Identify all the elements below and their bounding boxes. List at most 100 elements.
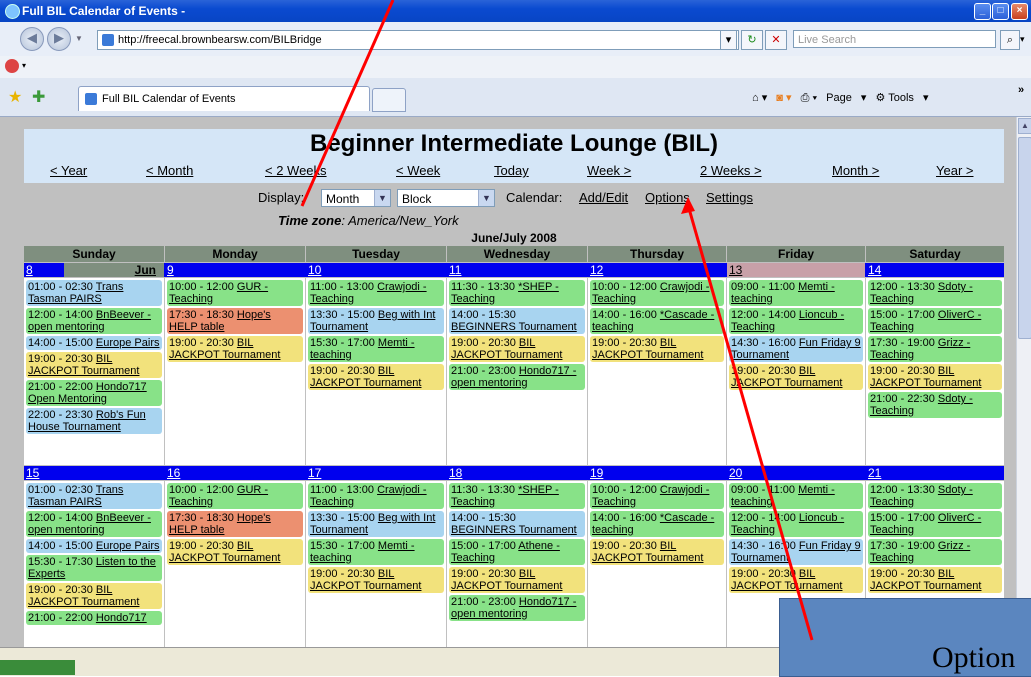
calendar-event[interactable]: 15:00 - 17:00 OliverC - Teaching (868, 308, 1002, 334)
calendar-event[interactable]: 15:30 - 17:00 Memti - teaching (308, 539, 444, 565)
calendar-event[interactable]: 22:00 - 23:30 Rob's Fun House Tournament (26, 408, 162, 434)
calendar-event[interactable]: 21:00 - 23:00 Hondo717 - open mentoring (449, 595, 585, 621)
calendar-event[interactable]: 15:30 - 17:00 Memti - teaching (308, 336, 444, 362)
options-link[interactable]: Options (645, 190, 690, 205)
display-mode-select[interactable]: Month ▼ (321, 189, 391, 207)
vertical-scrollbar[interactable]: ▲ (1016, 117, 1031, 647)
calendar-event[interactable]: 19:00 - 20:30 BIL JACKPOT Tournament (868, 364, 1002, 390)
calendar-event[interactable]: 14:00 - 16:00 *Cascade - teaching (590, 308, 724, 334)
event-title-link[interactable]: Europe Pairs (96, 337, 160, 349)
calendar-event[interactable]: 12:00 - 14:00 Lioncub - Teaching (729, 511, 863, 537)
calendar-event[interactable]: 12:00 - 13:30 Sdoty - Teaching (868, 280, 1002, 306)
date-number[interactable]: 17 (306, 466, 446, 480)
maximize-button[interactable]: □ (992, 3, 1009, 20)
favorites-star-icon[interactable]: ★ (8, 87, 22, 107)
calendar-event[interactable]: 14:00 - 15:30 BEGINNERS Tournament (449, 511, 585, 537)
nav-link-7[interactable]: Month > (832, 163, 879, 178)
calendar-event[interactable]: 17:30 - 19:00 Grizz - Teaching (868, 539, 1002, 565)
close-button[interactable]: × (1011, 3, 1028, 20)
nav-link-4[interactable]: Today (494, 163, 529, 178)
calendar-event[interactable]: 14:00 - 15:30 BEGINNERS Tournament (449, 308, 585, 334)
calendar-event[interactable]: 15:30 - 17:30 Listen to the Experts (26, 555, 162, 581)
history-dropdown-icon[interactable]: ▼ (75, 34, 83, 43)
calendar-event[interactable]: 19:00 - 20:30 BIL JACKPOT Tournament (26, 583, 162, 609)
calendar-event[interactable]: 13:30 - 15:00 Beg with Int Tournament (308, 308, 444, 334)
calendar-event[interactable]: 13:30 - 15:00 Beg with Int Tournament (308, 511, 444, 537)
calendar-event[interactable]: 19:00 - 20:30 BIL JACKPOT Tournament (26, 352, 162, 378)
date-number[interactable]: 10 (306, 263, 446, 277)
add-edit-link[interactable]: Add/Edit (579, 190, 628, 205)
tools-menu[interactable]: ⚙ Tools ▾ (875, 92, 928, 104)
calendar-event[interactable]: 12:00 - 14:00 BnBeever - open mentoring (26, 511, 162, 537)
date-number[interactable]: 12 (588, 263, 726, 277)
calendar-event[interactable]: 14:00 - 15:00 Europe Pairs (26, 336, 162, 350)
calendar-event[interactable]: 14:30 - 16:00 Fun Friday 9 Tournament (729, 336, 863, 362)
event-title-link[interactable]: BEGINNERS Tournament (451, 321, 577, 333)
display-style-select[interactable]: Block ▼ (397, 189, 495, 207)
nav-link-6[interactable]: 2 Weeks > (700, 163, 762, 178)
calendar-event[interactable]: 01:00 - 02:30 Trans Tasman PAIRS (26, 483, 162, 509)
calendar-event[interactable]: 19:00 - 20:30 BIL JACKPOT Tournament (308, 364, 444, 390)
calendar-event[interactable]: 19:00 - 20:30 BIL JACKPOT Tournament (729, 364, 863, 390)
event-title-link[interactable]: Europe Pairs (96, 540, 160, 552)
page-menu[interactable]: Page ▾ (826, 92, 866, 104)
calendar-event[interactable]: 11:00 - 13:00 Crawjodi - Teaching (308, 280, 444, 306)
print-icon[interactable]: ⎙ ▾ (801, 92, 817, 104)
search-options-icon[interactable]: ▾ (1020, 34, 1025, 45)
home-icon[interactable]: ⌂ ▾ (752, 92, 767, 104)
calendar-event[interactable]: 19:00 - 20:30 BIL JACKPOT Tournament (868, 567, 1002, 593)
calendar-event[interactable]: 10:00 - 12:00 GUR - Teaching (167, 280, 303, 306)
search-button[interactable]: ⌕ (1000, 30, 1020, 50)
date-number[interactable]: 16 (165, 466, 305, 480)
date-number[interactable]: 15 (24, 466, 164, 480)
calendar-event[interactable]: 17:30 - 18:30 Hope's HELP table (167, 511, 303, 537)
calendar-event[interactable]: 19:00 - 20:30 BIL JACKPOT Tournament (590, 539, 724, 565)
date-number[interactable]: 21 (866, 466, 1004, 480)
calendar-event[interactable]: 19:00 - 20:30 BIL JACKPOT Tournament (308, 567, 444, 593)
feeds-icon[interactable]: ◙ ▾ (776, 92, 791, 104)
back-button[interactable]: ◀ (20, 27, 44, 51)
chevron-down-icon[interactable]: ▾ (22, 61, 26, 70)
date-number[interactable]: 11 (447, 263, 587, 277)
event-title-link[interactable]: BEGINNERS Tournament (451, 524, 577, 536)
new-tab-button[interactable] (372, 88, 406, 112)
calendar-event[interactable]: 17:30 - 18:30 Hope's HELP table (167, 308, 303, 334)
event-title-link[interactable]: Hondo717 (96, 612, 147, 624)
calendar-event[interactable]: 19:00 - 20:30 BIL JACKPOT Tournament (590, 336, 724, 362)
settings-link[interactable]: Settings (706, 190, 753, 205)
calendar-event[interactable]: 17:30 - 19:00 Grizz - Teaching (868, 336, 1002, 362)
nav-link-8[interactable]: Year > (936, 163, 973, 178)
date-number[interactable]: 9 (165, 263, 305, 277)
scrollbar-thumb[interactable] (1018, 137, 1031, 339)
nav-link-0[interactable]: < Year (50, 163, 87, 178)
calendar-event[interactable]: 21:00 - 22:30 Sdoty - Teaching (868, 392, 1002, 418)
calendar-event[interactable]: 15:00 - 17:00 OliverC - Teaching (868, 511, 1002, 537)
calendar-event[interactable]: 09:00 - 11:00 Memti - teaching (729, 483, 863, 509)
calendar-event[interactable]: 01:00 - 02:30 Trans Tasman PAIRS (26, 280, 162, 306)
calendar-event[interactable]: 12:00 - 14:00 Lioncub - Teaching (729, 308, 863, 334)
calendar-event[interactable]: 14:30 - 16:00 Fun Friday 9 Tournament (729, 539, 863, 565)
nav-link-2[interactable]: < 2 Weeks (265, 163, 327, 178)
taskbar-start[interactable] (0, 660, 75, 675)
calendar-event[interactable]: 21:00 - 22:00 Hondo717 (26, 611, 162, 625)
forward-button[interactable]: ▶ (47, 27, 71, 51)
calendar-event[interactable]: 09:00 - 11:00 Memti - teaching (729, 280, 863, 306)
date-number[interactable]: 14 (866, 263, 1004, 277)
search-input[interactable]: Live Search (793, 30, 996, 48)
calendar-event[interactable]: 10:00 - 12:00 GUR - Teaching (167, 483, 303, 509)
calendar-event[interactable]: 14:00 - 15:00 Europe Pairs (26, 539, 162, 553)
calendar-event[interactable]: 19:00 - 20:30 BIL JACKPOT Tournament (449, 567, 585, 593)
date-number[interactable]: 18 (447, 466, 587, 480)
calendar-event[interactable]: 19:00 - 20:30 BIL JACKPOT Tournament (449, 336, 585, 362)
calendar-event[interactable]: 14:00 - 16:00 *Cascade - teaching (590, 511, 724, 537)
calendar-event[interactable]: 11:30 - 13:30 *SHEP - Teaching (449, 483, 585, 509)
calendar-event[interactable]: 15:00 - 17:00 Athene - Teaching (449, 539, 585, 565)
scroll-up-icon[interactable]: ▲ (1018, 118, 1031, 134)
minimize-button[interactable]: _ (974, 3, 991, 20)
refresh-button[interactable]: ↻ (741, 30, 763, 50)
calendar-event[interactable]: 11:00 - 13:00 Crawjodi - Teaching (308, 483, 444, 509)
calendar-event[interactable]: 19:00 - 20:30 BIL JACKPOT Tournament (167, 336, 303, 362)
add-favorites-icon[interactable]: ✚ (32, 87, 45, 107)
address-bar[interactable]: http://freecal.brownbearsw.com/BILBridge (97, 30, 739, 50)
toolbar-overflow-icon[interactable]: » (1018, 84, 1024, 96)
